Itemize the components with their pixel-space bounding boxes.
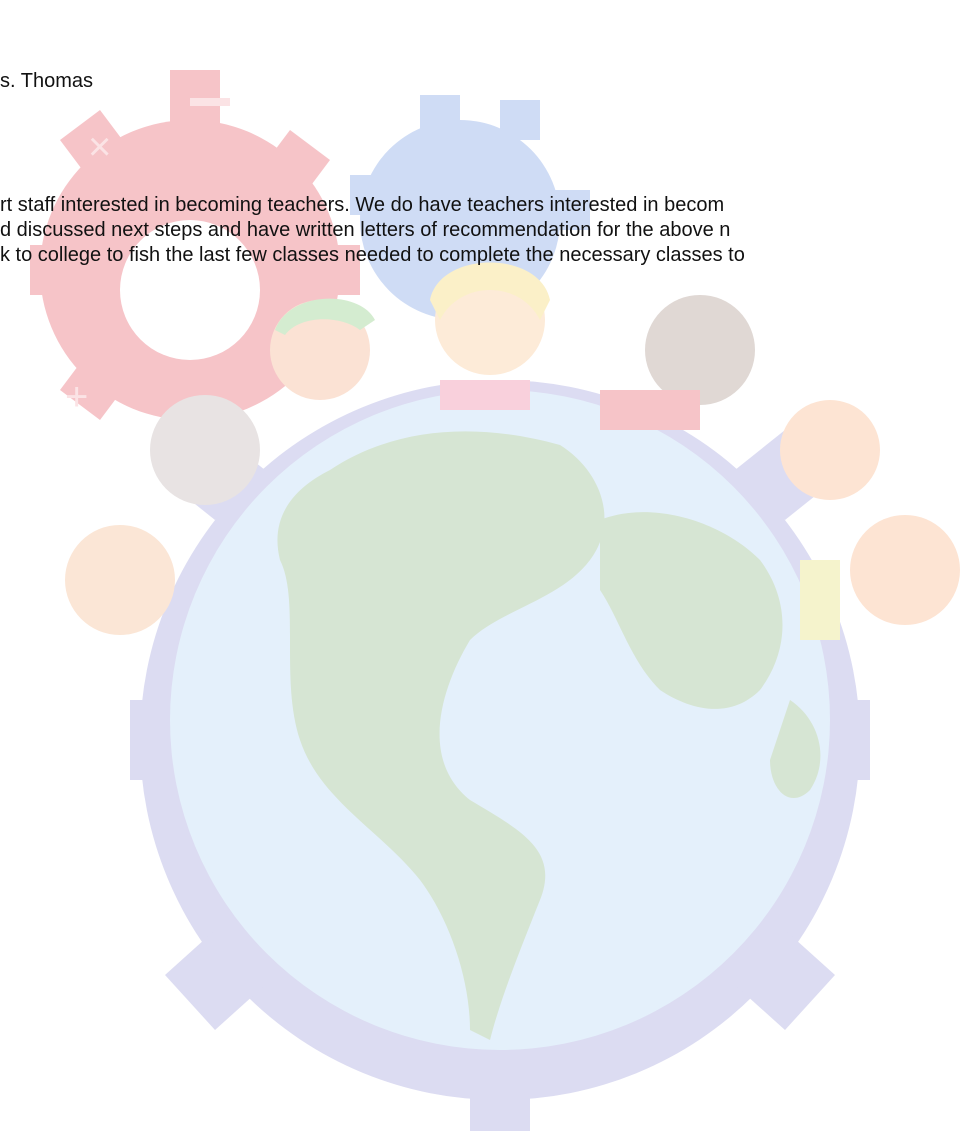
body-line: k to college to fish the last few classe…	[0, 244, 745, 266]
globe-icon	[170, 390, 830, 1050]
document-page: × + s. Thomas rt staff interested in bec…	[0, 0, 980, 1131]
salutation-text: s. Thomas	[0, 70, 93, 92]
body-line: d discussed next steps and have written …	[0, 219, 731, 241]
svg-text:×: ×	[88, 125, 111, 169]
school-logo-watermark-icon: × +	[30, 70, 960, 1131]
svg-text:+: +	[65, 375, 88, 419]
body-line: rt staff interested in becoming teachers…	[0, 194, 725, 216]
